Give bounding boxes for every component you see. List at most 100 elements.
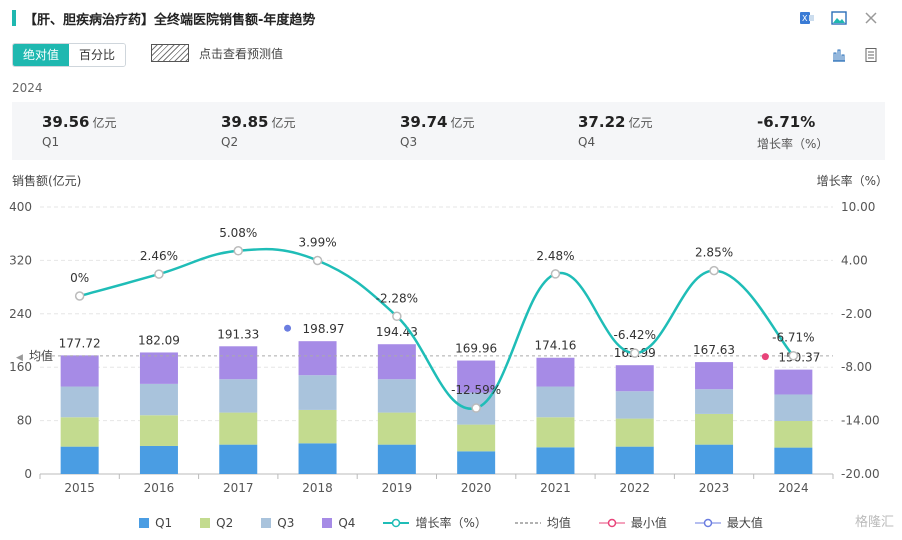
- legend-label: Q4: [338, 515, 356, 530]
- growth-label: 5.08%: [219, 226, 257, 240]
- growth-point: [788, 350, 799, 361]
- bar-segment-q2: [774, 420, 813, 448]
- bar-segment-q3: [139, 383, 178, 416]
- bar-segment-q1: [457, 451, 496, 474]
- growth-line: [79, 247, 795, 410]
- growth-point: [630, 348, 640, 358]
- bar-segment-q4: [615, 365, 654, 392]
- bar-segment-q3: [60, 386, 99, 418]
- legend-swatch: [261, 517, 272, 528]
- growth-label: -6.42%: [614, 328, 656, 342]
- bar-segment-q3: [536, 386, 575, 418]
- y2-tick-label: -14.00: [841, 414, 880, 428]
- bar-segment-q4: [695, 362, 734, 390]
- bar-segment-q1: [60, 446, 99, 474]
- growth-label: 0%: [70, 271, 89, 285]
- growth-point: [709, 265, 719, 276]
- bar-segment-q4: [298, 341, 337, 376]
- x-tick-label: 2015: [64, 481, 95, 495]
- legend-item-q2[interactable]: Q2: [200, 514, 233, 531]
- bar-segment-q4: [219, 346, 258, 380]
- growth-point: [550, 269, 561, 279]
- bar-segment-q2: [298, 409, 337, 444]
- legend-item-q1[interactable]: Q1: [139, 514, 172, 531]
- legend-item-min[interactable]: 最小值: [598, 514, 667, 531]
- x-tick-label: 2017: [223, 481, 254, 495]
- bar-segment-q3: [377, 379, 416, 413]
- legend-item-max[interactable]: 最大值: [694, 514, 763, 531]
- growth-label: 3.99%: [298, 235, 336, 249]
- sales-chart: 080160240320400 10.004.00-2.00-8.00-14.00…: [9, 200, 880, 495]
- growth-point: [312, 255, 323, 266]
- bar-segment-q2: [536, 417, 575, 448]
- x-tick-label: 2019: [382, 481, 413, 495]
- bar-segment-q1: [139, 445, 178, 474]
- total-label: 198.97: [303, 322, 345, 336]
- legend-label: 增长率（%）: [415, 516, 487, 530]
- legend-label: Q1: [155, 515, 173, 530]
- legend-swatch: [200, 517, 211, 528]
- legend-item-average[interactable]: 均值: [514, 514, 571, 531]
- bar-segment-q3: [219, 379, 258, 413]
- total-label: 174.16: [534, 339, 576, 353]
- bar-segment-q3: [298, 375, 337, 410]
- bar-segment-q3: [774, 394, 813, 421]
- bar-segment-q2: [60, 417, 99, 447]
- bar-segment-q2: [139, 415, 178, 446]
- legend-item-growth[interactable]: 增长率（%）: [383, 514, 487, 531]
- bar-segment-q2: [219, 412, 258, 445]
- bar-segment-q2: [695, 413, 734, 445]
- growth-label: 2.48%: [536, 249, 574, 263]
- growth-point: [392, 311, 402, 322]
- y2-tick-label: 4.00: [841, 253, 868, 267]
- total-label: 169.96: [455, 342, 497, 356]
- bar-segment-q1: [219, 444, 258, 474]
- average-marker-icon: ◀: [16, 353, 23, 363]
- y2-tick-label: -20.00: [841, 467, 880, 481]
- total-label: 177.72: [59, 336, 101, 350]
- y-tick-label: 240: [9, 307, 32, 321]
- total-label: 150.37: [778, 351, 820, 365]
- growth-label: -6.71%: [772, 331, 814, 345]
- bar-segment-q1: [536, 447, 575, 474]
- bar-segment-q4: [139, 352, 178, 384]
- growth-point: [471, 403, 481, 413]
- bar-segment-q1: [695, 444, 734, 474]
- legend-min-icon: [598, 518, 625, 527]
- average-label: 均值: [29, 348, 53, 363]
- total-label: 182.09: [138, 333, 180, 347]
- y-tick-label: 320: [9, 253, 32, 267]
- bar-segment-q2: [457, 424, 496, 452]
- legend-max-icon: [694, 518, 721, 527]
- bar-segment-q1: [615, 446, 654, 474]
- legend-swatch: [322, 517, 333, 528]
- x-tick-label: 2020: [461, 481, 492, 495]
- legend-line-icon: [383, 518, 410, 527]
- bar-segment-q1: [774, 447, 813, 474]
- legend-label: 最小值: [630, 516, 667, 530]
- growth-label: 2.46%: [140, 249, 178, 263]
- legend: Q1 Q2 Q3 Q4 增长率（%） 均值 最小值 最大值: [0, 514, 902, 531]
- legend-item-q3[interactable]: Q3: [261, 514, 294, 531]
- legend-label: Q2: [216, 515, 234, 530]
- bar-segment-q3: [615, 391, 654, 419]
- bar-segment-q4: [60, 355, 99, 387]
- y2-tick-label: -2.00: [841, 307, 872, 321]
- watermark-logo: 格隆汇: [854, 515, 894, 530]
- x-tick-label: 2016: [144, 481, 175, 495]
- min-marker: [761, 353, 769, 361]
- growth-label: 2.85%: [695, 246, 733, 260]
- growth-label: -2.28%: [376, 291, 418, 305]
- legend-label: Q3: [277, 515, 295, 530]
- y-tick-label: 400: [9, 200, 32, 214]
- x-tick-label: 2024: [778, 481, 809, 495]
- y-tick-label: 0: [24, 467, 32, 481]
- legend-item-q4[interactable]: Q4: [322, 514, 355, 531]
- x-tick-label: 2023: [699, 481, 730, 495]
- bar-segment-q4: [377, 344, 416, 380]
- legend-swatch: [139, 517, 150, 528]
- growth-point: [154, 269, 164, 279]
- x-tick-label: 2021: [540, 481, 571, 495]
- y-tick-label: 80: [17, 414, 32, 428]
- legend-label: 均值: [546, 516, 571, 530]
